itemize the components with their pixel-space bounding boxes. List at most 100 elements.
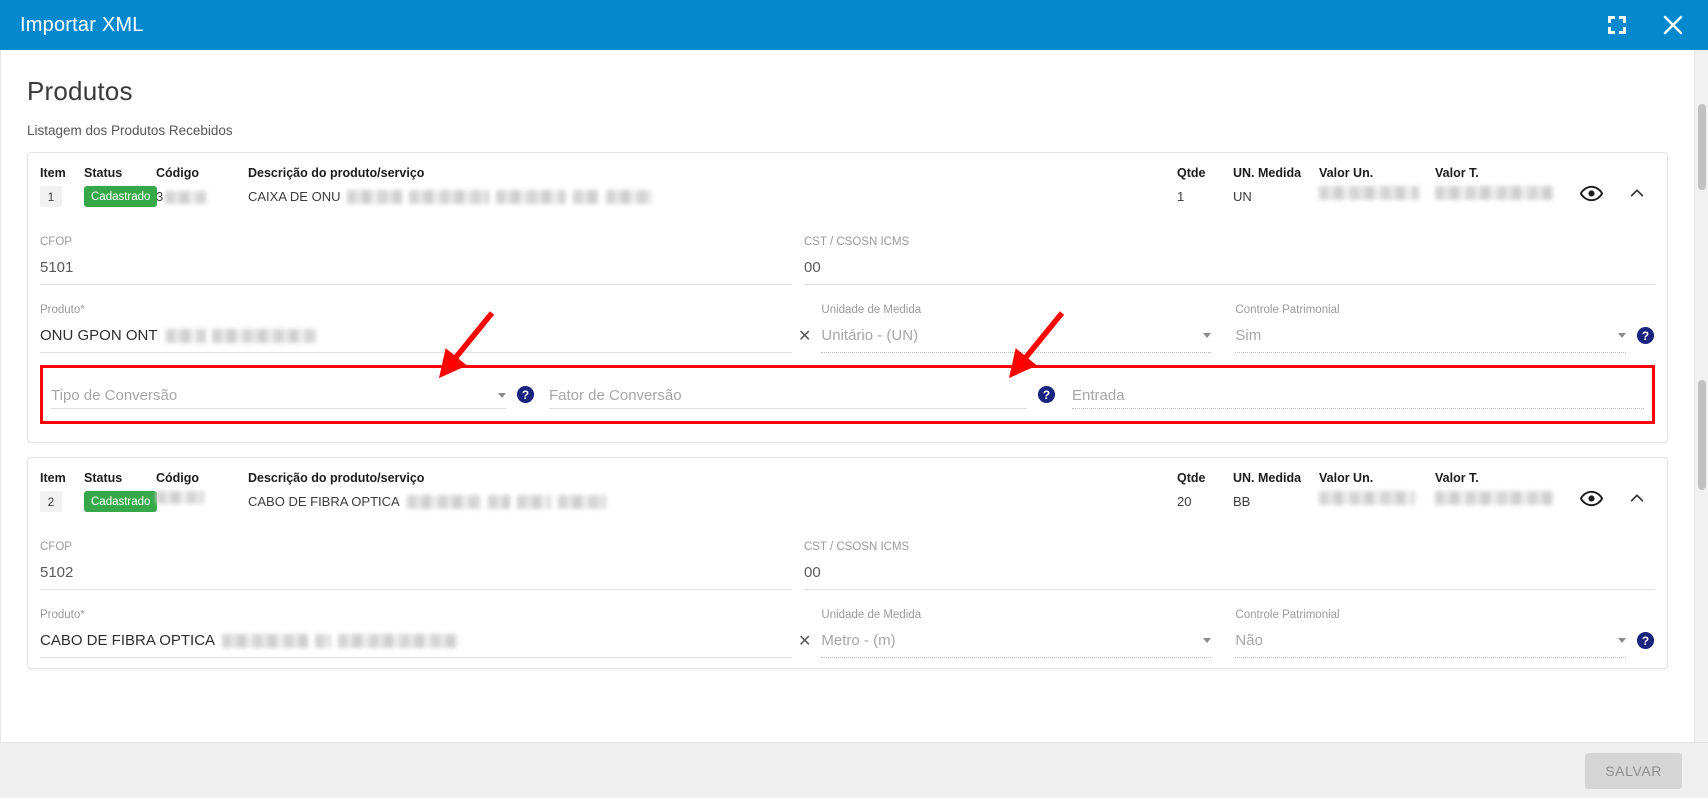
save-button[interactable]: SALVAR <box>1585 752 1682 789</box>
column-codigo: Código 3 <box>156 165 248 208</box>
underline <box>804 589 1655 590</box>
column-qtde: Qtde 20 <box>1177 470 1233 513</box>
underline <box>51 408 506 409</box>
field-fator-conversao[interactable]: Fator de Conversão <box>549 384 1027 413</box>
redacted-produto-b <box>211 328 317 343</box>
column-status: Status Cadastrado <box>84 165 158 207</box>
unidade-medida-text: Metro - (m) <box>821 631 896 649</box>
column-valor-un: Valor Un. <box>1319 470 1435 505</box>
status-badge: Cadastrado <box>84 186 158 207</box>
row-cfop-cst: CFOP 5102 CST / CSOSN ICMS 00 <box>40 526 1655 594</box>
label-controle-patrimonial: Controle Patrimonial <box>1235 609 1340 621</box>
value-tipo-conversao: Tipo de Conversão <box>51 384 506 407</box>
value-cst: 00 <box>804 258 821 276</box>
underline <box>40 352 792 353</box>
cell-codigo: 3 <box>156 186 248 208</box>
value-cfop: 5102 <box>40 563 74 581</box>
product-card-header: Item 1 Status Cadastrado Código 3 Descri… <box>28 153 1667 221</box>
eye-icon[interactable] <box>1573 480 1609 516</box>
underline <box>40 589 792 590</box>
help-circle-icon[interactable]: ? <box>516 385 535 404</box>
card-header-actions <box>1573 165 1655 211</box>
row-produto: Produto* ONU GPON ONT ✕ Unidade de Medid… <box>40 289 1655 357</box>
clear-x-icon[interactable]: ✕ <box>798 329 811 345</box>
value-unidade-medida: Unitário - (UN) <box>821 324 1212 347</box>
column-descricao: Descrição do produto/serviço CAIXA DE ON… <box>248 165 1177 208</box>
value-controle-patrimonial: Sim <box>1235 324 1626 347</box>
column-item: Item 1 <box>40 165 84 207</box>
label-cst: CST / CSOSN ICMS <box>804 541 910 553</box>
produto-text: CABO DE FIBRA OPTICA <box>40 631 216 649</box>
svg-text:?: ? <box>1642 329 1649 343</box>
column-valor-un: Valor Un. <box>1319 165 1435 200</box>
help-circle-icon[interactable]: ? <box>1037 385 1056 404</box>
label-produto: Produto* <box>40 304 85 316</box>
label-cfop: CFOP <box>40 236 72 248</box>
column-header-valor-t: Valor T. <box>1435 471 1479 485</box>
chevron-up-icon[interactable] <box>1619 480 1655 516</box>
chevron-down-icon[interactable] <box>1618 638 1626 643</box>
scrollbar-thumb[interactable] <box>1698 104 1706 190</box>
column-header-qtde: Qtde <box>1177 471 1206 485</box>
entrada-placeholder: Entrada <box>1072 386 1125 404</box>
product-card: Item 2 Status Cadastrado Código Descriçã… <box>27 457 1668 669</box>
help-circle-icon[interactable]: ? <box>1636 631 1655 650</box>
dialog-titlebar: Importar XML <box>0 0 1708 50</box>
column-header-valor-t: Valor T. <box>1435 166 1479 180</box>
redacted-descricao-d <box>573 190 600 204</box>
underline <box>804 284 1655 285</box>
help-circle-icon[interactable]: ? <box>1636 326 1655 345</box>
field-cfop[interactable]: CFOP 5101 <box>40 235 792 289</box>
field-produto[interactable]: Produto* CABO DE FIBRA OPTICA <box>40 608 792 662</box>
chevron-down-icon[interactable] <box>498 393 506 398</box>
chevron-up-icon[interactable] <box>1619 175 1655 211</box>
label-unidade-medida: Unidade de Medida <box>821 304 922 316</box>
field-cst[interactable]: CST / CSOSN ICMS 00 <box>804 235 1655 289</box>
clear-x-icon[interactable]: ✕ <box>798 634 811 650</box>
redacted-valor-un <box>1319 491 1415 505</box>
field-cst[interactable]: CST / CSOSN ICMS 00 <box>804 540 1655 594</box>
underline-disabled <box>1235 352 1626 353</box>
cell-qtde: 20 <box>1177 494 1192 509</box>
chevron-down-icon[interactable] <box>1618 333 1626 338</box>
dialog-title: Importar XML <box>20 13 144 36</box>
field-controle-patrimonial[interactable]: Controle Patrimonial Não <box>1235 608 1626 662</box>
column-un-medida: UN. Medida BB <box>1233 470 1319 513</box>
column-header-item: Item <box>40 471 66 485</box>
redacted-produto-a <box>165 328 206 343</box>
cell-descricao: CABO DE FIBRA OPTICA <box>248 491 1177 513</box>
column-header-un-medida: UN. Medida <box>1233 166 1302 180</box>
dialog-body: Produtos Listagem dos Produtos Recebidos… <box>0 50 1708 742</box>
label-produto: Produto* <box>40 609 85 621</box>
column-codigo: Código <box>156 470 248 504</box>
titlebar-actions <box>1604 12 1686 38</box>
content-scrollbar[interactable] <box>1694 50 1708 742</box>
underline <box>40 284 792 285</box>
field-controle-patrimonial[interactable]: Controle Patrimonial Sim <box>1235 303 1626 357</box>
product-card: Item 1 Status Cadastrado Código 3 Descri… <box>27 152 1668 443</box>
fator-conversao-placeholder: Fator de Conversão <box>549 386 682 404</box>
expand-icon[interactable] <box>1604 12 1630 38</box>
scrollbar-thumb[interactable] <box>1698 380 1706 490</box>
field-entrada[interactable]: Entrada <box>1072 384 1644 413</box>
field-cfop[interactable]: CFOP 5102 <box>40 540 792 594</box>
column-header-codigo: Código <box>156 166 200 180</box>
redacted-valor-t <box>1435 491 1553 505</box>
underline-disabled <box>1072 408 1644 409</box>
chevron-down-icon[interactable] <box>1203 638 1212 643</box>
close-icon[interactable] <box>1660 12 1686 38</box>
field-unidade-medida[interactable]: Unidade de Medida Metro - (m) <box>821 608 1212 662</box>
cell-status: Cadastrado <box>84 186 158 207</box>
eye-icon[interactable] <box>1573 175 1609 211</box>
field-tipo-conversao[interactable]: Tipo de Conversão <box>51 384 506 413</box>
controle-patrimonial-text: Não <box>1235 631 1263 649</box>
cell-codigo <box>156 491 248 504</box>
chevron-down-icon[interactable] <box>1203 333 1212 338</box>
underline <box>40 657 792 658</box>
field-unidade-medida[interactable]: Unidade de Medida Unitário - (UN) <box>821 303 1212 357</box>
cell-qtde: 1 <box>1177 189 1185 204</box>
redacted-produto-a <box>222 633 309 648</box>
cell-valor-un <box>1319 186 1435 200</box>
field-produto[interactable]: Produto* ONU GPON ONT <box>40 303 792 357</box>
page-subtitle: Listagem dos Produtos Recebidos <box>27 123 233 138</box>
